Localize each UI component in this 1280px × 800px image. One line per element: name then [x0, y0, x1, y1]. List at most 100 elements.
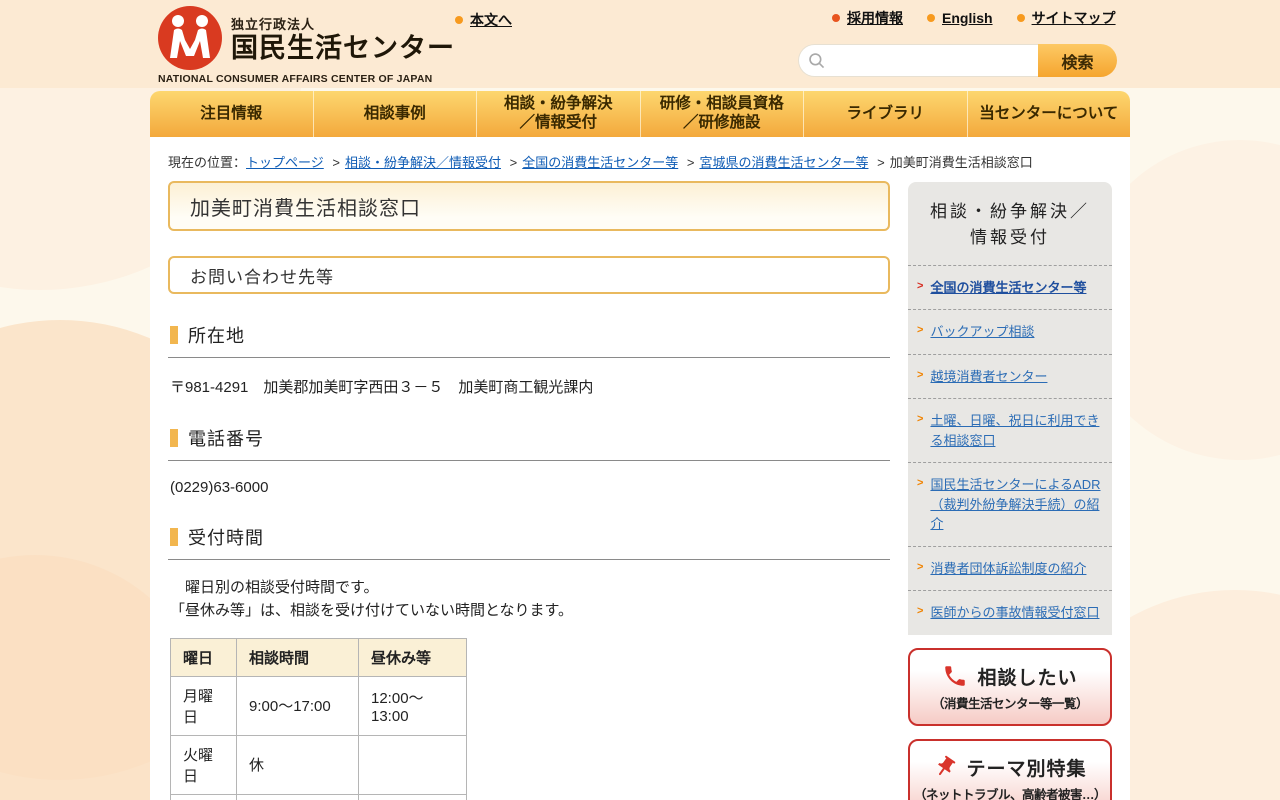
chevron-right-icon [917, 278, 923, 295]
nav-tab-label: 相談事例 [364, 105, 426, 124]
address-value: 〒981-4291 加美郡加美町字西田３－５ 加美町商工観光課内 [170, 376, 890, 397]
sidebar: 相談・紛争解決／ 情報受付 全国の消費生活センター等 バックアップ相談 越境消費… [908, 182, 1112, 800]
theme-cta-button[interactable]: テーマ別特集 （ネットトラブル、高齢者被害…） [908, 739, 1112, 800]
table-row: 月曜日 9:00～17:00 12:00～13:00 [171, 676, 467, 735]
sidebar-link[interactable]: 越境消費者センター [930, 367, 1047, 387]
skip-to-content-link[interactable]: 本文へ [470, 10, 512, 30]
address-heading-label: 所在地 [188, 322, 245, 348]
ncac-logo-icon [158, 6, 222, 70]
breadcrumb-link-consultation[interactable]: 相談・紛争解決／情報受付 [345, 155, 501, 170]
org-name-english: NATIONAL CONSUMER AFFAIRS CENTER OF JAPA… [158, 73, 455, 85]
breadcrumb-separator: > [877, 155, 885, 170]
phone-heading: 電話番号 [168, 425, 890, 461]
breadcrumb-link-centers[interactable]: 全国の消費生活センター等 [522, 155, 678, 170]
org-type-label: 独立行政法人 [231, 14, 455, 33]
table-row: 火曜日 休 [171, 735, 467, 794]
phone-icon [942, 663, 968, 689]
sidebar-item-adr[interactable]: 国民生活センターによるADR（裁判外紛争解決手続）の紹介 [908, 462, 1112, 546]
breadcrumb-prefix: 現在の位置： [168, 155, 246, 170]
utility-item-english: English [927, 8, 993, 28]
sitemap-link[interactable]: サイトマップ [1032, 8, 1116, 28]
theme-cta-title: テーマ別特集 [966, 754, 1086, 781]
consult-cta-title: 相談したい [977, 663, 1077, 690]
heading-bar-icon [170, 326, 178, 344]
utility-item-recruit: 採用情報 [832, 8, 903, 28]
sidebar-menu: 相談・紛争解決／ 情報受付 全国の消費生活センター等 バックアップ相談 越境消費… [908, 182, 1112, 635]
sidebar-link[interactable]: 消費者団体訴訟制度の紹介 [930, 559, 1086, 579]
sidebar-item-backup[interactable]: バックアップ相談 [908, 309, 1112, 354]
cell-break: 12:00～13:00 [359, 794, 467, 800]
recruit-link[interactable]: 採用情報 [847, 8, 903, 28]
nav-tab-featured[interactable]: 注目情報 [150, 91, 314, 137]
sidebar-link[interactable]: 土曜、日曜、祝日に利用できる相談窓口 [930, 411, 1104, 450]
site-search: 検索 [798, 44, 1117, 77]
cell-day: 水曜日 [171, 794, 237, 800]
bullet-icon [832, 14, 840, 22]
sidebar-link[interactable]: 全国の消費生活センター等 [930, 278, 1086, 298]
chevron-right-icon [917, 411, 923, 428]
main-column: 加美町消費生活相談窓口 お問い合わせ先等 所在地 〒981-4291 加美郡加美… [168, 181, 890, 800]
heading-bar-icon [170, 528, 178, 546]
sidebar-link[interactable]: 医師からの事故情報受付窓口 [930, 603, 1099, 623]
utility-item-sitemap: サイトマップ [1017, 8, 1116, 28]
page-title: 加美町消費生活相談窓口 [168, 181, 890, 231]
col-break: 昼休み等 [359, 638, 467, 676]
breadcrumb-separator: > [510, 155, 518, 170]
sidebar-link[interactable]: バックアップ相談 [930, 322, 1034, 342]
nav-tab-about[interactable]: 当センターについて [968, 91, 1131, 137]
breadcrumb-link-home[interactable]: トップページ [246, 155, 324, 170]
sidebar-link[interactable]: 国民生活センターによるADR（裁判外紛争解決手続）の紹介 [930, 475, 1104, 534]
chevron-right-icon [917, 322, 923, 339]
hours-table: 曜日 相談時間 昼休み等 月曜日 9:00～17:00 12:00～13:00 … [170, 638, 467, 800]
sidebar-item-national-centers[interactable]: 全国の消費生活センター等 [908, 265, 1112, 310]
search-icon [808, 52, 826, 70]
breadcrumb-current: 加美町消費生活相談窓口 [890, 155, 1033, 170]
sidebar-title: 相談・紛争解決／ 情報受付 [908, 182, 1112, 265]
theme-cta-subtitle: （ネットトラブル、高齢者被害…） [914, 784, 1106, 800]
content-area: 現在の位置：トップページ > 相談・紛争解決／情報受付 > 全国の消費生活センター等… [150, 137, 1130, 800]
bullet-icon [455, 16, 463, 24]
nav-tab-cases[interactable]: 相談事例 [314, 91, 478, 137]
breadcrumb-link-miyagi[interactable]: 宮城県の消費生活センター等 [699, 155, 868, 170]
pushpin-icon [929, 750, 962, 783]
nav-tab-label: 相談・紛争解決 ／情報受付 [504, 95, 613, 132]
table-row: 水曜日 9:00～17:00 12:00～13:00 [171, 794, 467, 800]
sidebar-item-crossborder[interactable]: 越境消費者センター [908, 354, 1112, 399]
nav-tab-library[interactable]: ライブラリ [804, 91, 968, 137]
cell-hours: 9:00～17:00 [237, 794, 359, 800]
sidebar-item-weekend[interactable]: 土曜、日曜、祝日に利用できる相談窓口 [908, 398, 1112, 462]
nav-tab-label: 注目情報 [200, 105, 262, 124]
skip-to-content: 本文へ [455, 10, 512, 30]
cell-day: 火曜日 [171, 735, 237, 794]
sidebar-item-doctor-report[interactable]: 医師からの事故情報受付窓口 [908, 590, 1112, 635]
col-day: 曜日 [171, 638, 237, 676]
cell-hours: 9:00～17:00 [237, 676, 359, 735]
cell-hours: 休 [237, 735, 359, 794]
address-heading: 所在地 [168, 322, 890, 358]
bullet-icon [927, 14, 935, 22]
col-hours: 相談時間 [237, 638, 359, 676]
breadcrumb-separator: > [687, 155, 695, 170]
site-logo[interactable]: 独立行政法人 国民生活センター NATIONAL CONSUMER AFFAIR… [158, 6, 455, 85]
sidebar-item-lawsuit[interactable]: 消費者団体訴訟制度の紹介 [908, 546, 1112, 591]
search-field-wrap [798, 44, 1038, 77]
nav-tab-label: 研修・相談員資格 ／研修施設 [660, 95, 784, 132]
consult-cta-button[interactable]: 相談したい （消費生活センター等一覧） [908, 648, 1112, 726]
search-button[interactable]: 検索 [1038, 44, 1117, 77]
nav-tab-label: ライブラリ [846, 105, 924, 124]
table-header-row: 曜日 相談時間 昼休み等 [171, 638, 467, 676]
phone-heading-label: 電話番号 [188, 425, 264, 451]
heading-bar-icon [170, 429, 178, 447]
search-input[interactable] [826, 48, 1038, 74]
nav-tab-consultation[interactable]: 相談・紛争解決 ／情報受付 [477, 91, 641, 137]
contact-section-title: お問い合わせ先等 [168, 256, 890, 294]
chevron-right-icon [917, 559, 923, 576]
english-link[interactable]: English [942, 10, 993, 26]
cell-day: 月曜日 [171, 676, 237, 735]
hours-heading-label: 受付時間 [188, 524, 264, 550]
chevron-right-icon [917, 367, 923, 384]
chevron-right-icon [917, 603, 923, 620]
global-nav: 注目情報 相談事例 相談・紛争解決 ／情報受付 研修・相談員資格 ／研修施設 ラ… [150, 91, 1130, 137]
nav-tab-training[interactable]: 研修・相談員資格 ／研修施設 [641, 91, 805, 137]
hours-heading: 受付時間 [168, 524, 890, 560]
